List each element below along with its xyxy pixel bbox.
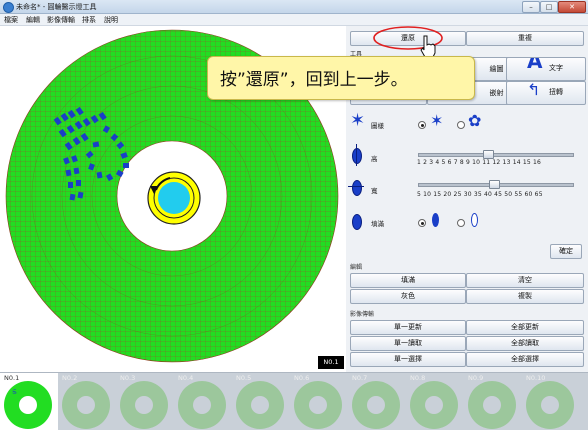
star-icon: ✶ — [350, 110, 366, 131]
frame-thumbnails: N0.1 ಽ N0.2 N0.3 N0.4 N0.5 N0.6 N0.7 N0.… — [0, 372, 588, 430]
thumbnail-5[interactable]: N0.5 — [232, 373, 290, 430]
app-icon — [3, 2, 14, 13]
callout-text: 按”還原”，回到上一步。 — [220, 70, 408, 90]
single-select-button[interactable]: 單一選擇 — [350, 352, 466, 367]
confirm-button[interactable]: 確定 — [550, 244, 582, 259]
current-frame-badge: N0.1 — [318, 356, 344, 369]
transfer-section-label: 影像傳輸 — [350, 311, 375, 318]
fill-all-button[interactable]: 填滿 — [350, 273, 466, 288]
thumbnail-2[interactable]: N0.2 — [58, 373, 116, 430]
clear-button[interactable]: 清空 — [466, 273, 584, 288]
highlight-overlay — [373, 26, 443, 58]
height-slider[interactable] — [418, 153, 574, 157]
thumbnail-label: N0.9 — [468, 374, 484, 382]
single-read-button[interactable]: 單一讀取 — [350, 336, 466, 351]
edit-section-label: 編輯 — [350, 264, 363, 271]
thumbnail-hole — [251, 396, 269, 414]
thumbnail-hole — [541, 396, 559, 414]
thumbnail-label: N0.8 — [410, 374, 426, 382]
menu-file[interactable]: 檔案 — [4, 15, 18, 25]
filled-ellipse-icon — [432, 213, 439, 227]
thumbnail-label: N0.3 — [120, 374, 136, 382]
all-update-button[interactable]: 全部更新 — [466, 320, 584, 335]
thumbnail-hole — [367, 396, 385, 414]
all-select-button[interactable]: 全部選擇 — [466, 352, 584, 367]
text-a-icon: A — [527, 57, 543, 73]
thumbnail-label: N0.10 — [526, 374, 546, 382]
thumbnail-pattern: ಽ — [12, 387, 17, 397]
thumbnail-hole — [135, 396, 153, 414]
thumbnail-hole — [19, 396, 37, 414]
menu-help[interactable]: 說明 — [104, 15, 118, 25]
fill-icon — [352, 214, 362, 230]
tool-text-button[interactable]: A 文字 — [506, 57, 586, 81]
thumbnail-hole — [193, 396, 211, 414]
brush-option-flower-radio[interactable] — [457, 121, 465, 129]
height-slider-thumb[interactable] — [483, 150, 494, 159]
thumbnail-8[interactable]: N0.8 — [406, 373, 464, 430]
width-icon — [352, 180, 362, 196]
thumbnail-3[interactable]: N0.3 — [116, 373, 174, 430]
menu-bar: 檔案 編輯 影像傳輸 排系 說明 — [0, 14, 588, 26]
menu-edit[interactable]: 編輯 — [26, 15, 40, 25]
redo-button[interactable]: 重複 — [466, 31, 584, 46]
thumbnail-1[interactable]: N0.1 ಽ — [0, 373, 58, 430]
thumbnail-label: N0.1 — [4, 374, 20, 382]
minimize-button[interactable]: – — [522, 1, 540, 13]
brush-option-star-radio[interactable] — [418, 121, 426, 129]
height-label: 高 — [371, 155, 378, 163]
thumbnail-label: N0.6 — [294, 374, 310, 382]
title-bar: 未命名* - 圓輪醫示燈工具 – □ ✕ — [0, 0, 588, 14]
height-tick-mark — [356, 144, 357, 166]
close-button[interactable]: ✕ — [558, 1, 586, 13]
copy-button[interactable]: 複製 — [466, 289, 584, 304]
fill-option-filled-radio[interactable] — [418, 219, 426, 227]
height-icon — [352, 148, 362, 164]
thumbnail-4[interactable]: N0.4 — [174, 373, 232, 430]
thumbnail-10[interactable]: N0.10 — [522, 373, 588, 430]
thumbnail-hole — [77, 396, 95, 414]
single-update-button[interactable]: 單一更新 — [350, 320, 466, 335]
thumbnail-label: N0.5 — [236, 374, 252, 382]
thumbnail-6[interactable]: N0.6 — [290, 373, 348, 430]
window-title: 未命名* - 圓輪醫示燈工具 — [16, 3, 97, 11]
hub-center — [158, 182, 190, 214]
thumbnail-hole — [425, 396, 443, 414]
tutorial-callout: 按”還原”，回到上一步。 — [207, 56, 475, 100]
twist-icon: ↰ — [527, 81, 541, 99]
tool-twist-button[interactable]: ↰ 扭轉 — [506, 81, 586, 105]
maximize-button[interactable]: □ — [540, 1, 558, 13]
menu-arrange[interactable]: 排系 — [82, 15, 96, 25]
tool-twist-label: 扭轉 — [549, 88, 563, 96]
tool-text-label: 文字 — [549, 64, 563, 72]
thumbnail-7[interactable]: N0.7 — [348, 373, 406, 430]
width-label: 寬 — [371, 187, 378, 195]
gray-button[interactable]: 灰色 — [350, 289, 466, 304]
thumbnail-hole — [483, 396, 501, 414]
flower-option-icon: ✿ — [468, 111, 482, 130]
thumbnail-label: N0.2 — [62, 374, 78, 382]
width-slider-thumb[interactable] — [489, 180, 500, 189]
thumbnail-label: N0.4 — [178, 374, 194, 382]
star-option-icon: ✶ — [430, 111, 444, 130]
thumbnail-9[interactable]: N0.9 — [464, 373, 522, 430]
width-ticks: 5 10 15 20 25 30 35 40 45 50 55 60 65 — [417, 191, 543, 198]
all-read-button[interactable]: 全部讀取 — [466, 336, 584, 351]
fill-option-outline-radio[interactable] — [457, 219, 465, 227]
fill-label: 填滿 — [371, 220, 384, 228]
height-ticks: 1 2 3 4 5 6 7 8 9 10 11 12 13 14 15 16 — [417, 159, 542, 166]
width-tick-mark — [348, 186, 364, 187]
menu-image-transfer[interactable]: 影像傳輸 — [47, 15, 75, 25]
outline-ellipse-icon — [471, 213, 478, 227]
thumbnail-label: N0.7 — [352, 374, 368, 382]
thumbnail-hole — [309, 396, 327, 414]
brush-label: 圖樣 — [371, 122, 384, 130]
hand-cursor-icon — [420, 35, 436, 58]
